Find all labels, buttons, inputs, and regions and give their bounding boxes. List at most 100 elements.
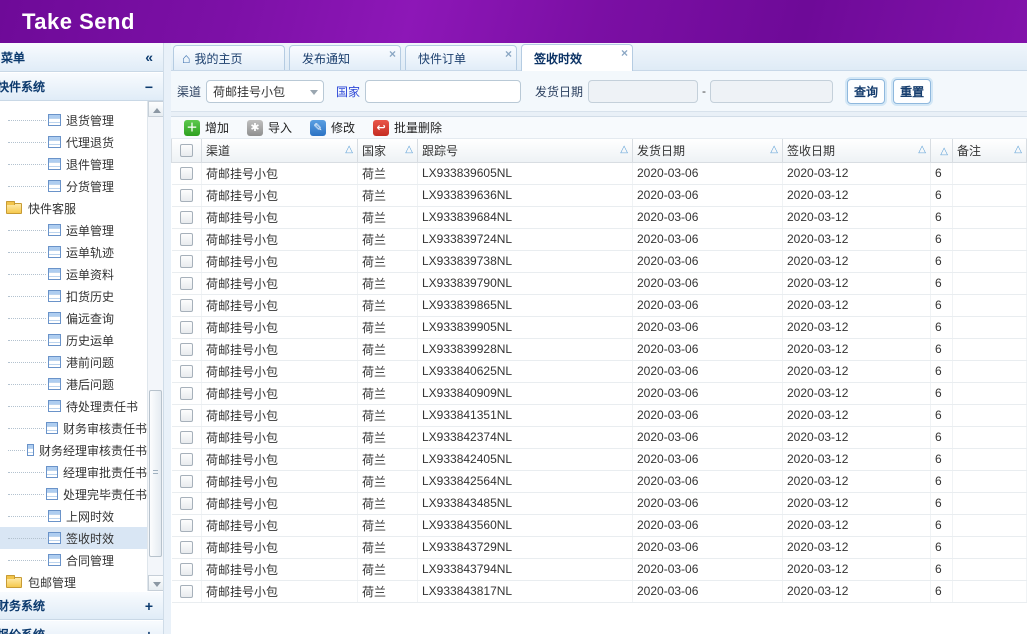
select-all-checkbox[interactable] (180, 144, 193, 157)
column-header[interactable]: 国家△ (358, 139, 418, 162)
table-row[interactable]: 荷邮挂号小包 荷兰 LX933840625NL 2020-03-06 2020-… (172, 360, 1027, 382)
table-row[interactable]: 荷邮挂号小包 荷兰 LX933843485NL 2020-03-06 2020-… (172, 492, 1027, 514)
table-row[interactable]: 荷邮挂号小包 荷兰 LX933843817NL 2020-03-06 2020-… (172, 580, 1027, 602)
tree-scrollbar[interactable] (147, 101, 163, 591)
sidebar-section-finance[interactable]: 财务系统 + (0, 591, 163, 620)
row-checkbox[interactable] (180, 497, 193, 510)
sidebar-tree-item[interactable]: 包邮管理 (0, 571, 147, 591)
sort-icon[interactable]: △ (1014, 144, 1022, 155)
plus-icon[interactable]: + (145, 627, 153, 634)
table-row[interactable]: 荷邮挂号小包 荷兰 LX933842564NL 2020-03-06 2020-… (172, 470, 1027, 492)
collapse-sidebar-icon[interactable]: « (145, 49, 153, 65)
sidebar-tree-item[interactable]: 港后问题 (0, 373, 147, 395)
sidebar-tree-item[interactable]: 经理审批责任书 (0, 461, 147, 483)
row-checkbox[interactable] (180, 167, 193, 180)
row-checkbox[interactable] (180, 343, 193, 356)
sidebar-tree-item[interactable]: 上网时效 (0, 505, 147, 527)
row-checkbox[interactable] (180, 519, 193, 532)
table-row[interactable]: 荷邮挂号小包 荷兰 LX933842374NL 2020-03-06 2020-… (172, 426, 1027, 448)
column-header[interactable]: 签收日期△ (783, 139, 931, 162)
row-checkbox[interactable] (180, 365, 193, 378)
scroll-up-button[interactable] (148, 101, 163, 117)
sidebar-tree-item[interactable]: 偏远查询 (0, 307, 147, 329)
close-tab-icon[interactable]: × (621, 46, 628, 60)
sidebar-section-express[interactable]: 快件系统 − (0, 72, 163, 101)
sidebar-splitter[interactable] (164, 43, 171, 634)
toolbar-button[interactable]: ✎ 修改 (301, 117, 364, 139)
sidebar-tree-item[interactable]: 财务审核责任书 (0, 417, 147, 439)
plus-icon[interactable]: + (145, 598, 153, 614)
column-header[interactable]: 跟踪号△ (418, 139, 633, 162)
sort-icon[interactable]: △ (620, 144, 628, 155)
tab[interactable]: 发布通知 × (289, 45, 401, 70)
row-checkbox[interactable] (180, 299, 193, 312)
table-row[interactable]: 荷邮挂号小包 荷兰 LX933842405NL 2020-03-06 2020-… (172, 448, 1027, 470)
sidebar-tree-item[interactable]: 运单轨迹 (0, 241, 147, 263)
table-row[interactable]: 荷邮挂号小包 荷兰 LX933839636NL 2020-03-06 2020-… (172, 184, 1027, 206)
column-header[interactable]: 渠道△ (202, 139, 358, 162)
search-button[interactable]: 查询 (847, 79, 885, 104)
row-checkbox[interactable] (180, 277, 193, 290)
sidebar-tree-item[interactable]: 待处理责任书 (0, 395, 147, 417)
ship-date-to-input[interactable] (710, 80, 833, 103)
table-row[interactable]: 荷邮挂号小包 荷兰 LX933839724NL 2020-03-06 2020-… (172, 228, 1027, 250)
ship-date-from-input[interactable] (588, 80, 698, 103)
sidebar-tree-item[interactable]: 港前问题 (0, 351, 147, 373)
row-checkbox[interactable] (180, 255, 193, 268)
channel-select[interactable]: 荷邮挂号小包 (206, 80, 324, 103)
toolbar-button[interactable]: ✱ 导入 (238, 117, 301, 139)
tab[interactable]: 签收时效 × (521, 44, 633, 71)
column-header[interactable]: 发货日期△ (633, 139, 783, 162)
country-input[interactable] (365, 80, 521, 103)
row-checkbox[interactable] (180, 585, 193, 598)
table-row[interactable]: 荷邮挂号小包 荷兰 LX933839865NL 2020-03-06 2020-… (172, 294, 1027, 316)
column-header[interactable]: △ (931, 139, 953, 162)
sidebar-tree-item[interactable]: 合同管理 (0, 549, 147, 571)
table-row[interactable]: 荷邮挂号小包 荷兰 LX933839605NL 2020-03-06 2020-… (172, 162, 1027, 184)
row-checkbox[interactable] (180, 387, 193, 400)
row-checkbox[interactable] (180, 475, 193, 488)
sort-icon[interactable]: △ (918, 144, 926, 155)
close-tab-icon[interactable]: × (389, 47, 396, 61)
row-checkbox[interactable] (180, 453, 193, 466)
table-row[interactable]: 荷邮挂号小包 荷兰 LX933843729NL 2020-03-06 2020-… (172, 536, 1027, 558)
sidebar-section-quote[interactable]: 报价系统 + (0, 620, 163, 634)
table-row[interactable]: 荷邮挂号小包 荷兰 LX933839738NL 2020-03-06 2020-… (172, 250, 1027, 272)
row-checkbox[interactable] (180, 541, 193, 554)
table-row[interactable]: 荷邮挂号小包 荷兰 LX933839928NL 2020-03-06 2020-… (172, 338, 1027, 360)
chevron-down-icon[interactable] (310, 90, 318, 95)
sidebar-tree-item[interactable]: 运单资料 (0, 263, 147, 285)
minus-icon[interactable]: − (145, 79, 153, 95)
toolbar-button[interactable]: ＋ 增加 (175, 117, 238, 139)
table-row[interactable]: 荷邮挂号小包 荷兰 LX933843794NL 2020-03-06 2020-… (172, 558, 1027, 580)
table-row[interactable]: 荷邮挂号小包 荷兰 LX933839790NL 2020-03-06 2020-… (172, 272, 1027, 294)
sort-icon[interactable]: △ (405, 144, 413, 155)
toolbar-button[interactable]: ↩ 批量删除 (364, 117, 451, 139)
sidebar-tree-item[interactable]: 分货管理 (0, 175, 147, 197)
row-checkbox[interactable] (180, 563, 193, 576)
row-checkbox[interactable] (180, 189, 193, 202)
row-checkbox[interactable] (180, 211, 193, 224)
row-checkbox[interactable] (180, 409, 193, 422)
sidebar-tree-item[interactable]: 财务经理审核责任书 (0, 439, 147, 461)
sort-icon[interactable]: △ (345, 144, 353, 155)
sidebar-tree-item[interactable]: 运单管理 (0, 219, 147, 241)
row-checkbox[interactable] (180, 233, 193, 246)
sidebar-menu-header[interactable]: 菜单 « (0, 43, 163, 72)
table-row[interactable]: 荷邮挂号小包 荷兰 LX933839905NL 2020-03-06 2020-… (172, 316, 1027, 338)
sidebar-tree-item[interactable]: 扣货历史 (0, 285, 147, 307)
sidebar-tree-item[interactable]: 历史运单 (0, 329, 147, 351)
table-row[interactable]: 荷邮挂号小包 荷兰 LX933841351NL 2020-03-06 2020-… (172, 404, 1027, 426)
sidebar-tree-item[interactable]: 快件客服 (0, 197, 147, 219)
sidebar-tree-item[interactable]: 退件管理 (0, 153, 147, 175)
tab[interactable]: ⌂ 我的主页 (173, 45, 285, 70)
tab[interactable]: 快件订单 × (405, 45, 517, 70)
table-row[interactable]: 荷邮挂号小包 荷兰 LX933843560NL 2020-03-06 2020-… (172, 514, 1027, 536)
close-tab-icon[interactable]: × (505, 47, 512, 61)
scroll-down-button[interactable] (148, 575, 163, 591)
column-header[interactable]: 备注△ (953, 139, 1027, 162)
reset-button[interactable]: 重置 (893, 79, 931, 104)
sidebar-tree-item[interactable]: 退货管理 (0, 109, 147, 131)
table-row[interactable]: 荷邮挂号小包 荷兰 LX933839684NL 2020-03-06 2020-… (172, 206, 1027, 228)
table-row[interactable]: 荷邮挂号小包 荷兰 LX933840909NL 2020-03-06 2020-… (172, 382, 1027, 404)
